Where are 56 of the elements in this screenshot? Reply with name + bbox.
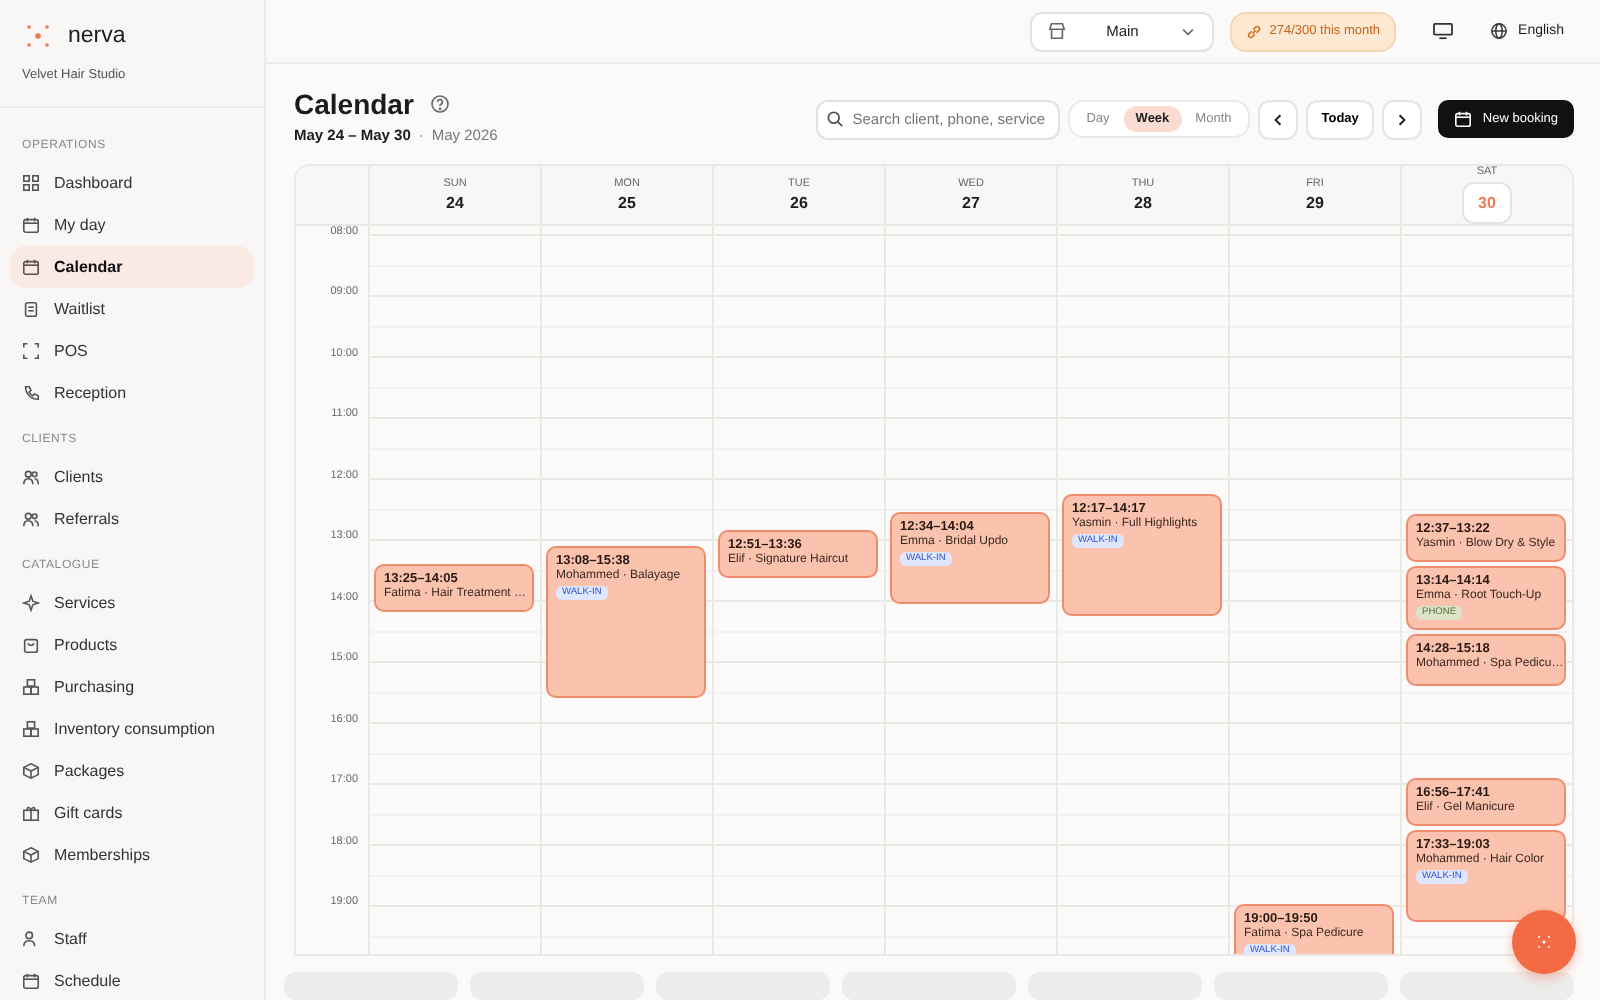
sidebar-item[interactable]: Staff [10, 918, 254, 960]
grid-icon [22, 174, 40, 192]
monitor-icon[interactable] [1432, 22, 1455, 41]
search-icon [826, 109, 845, 128]
scan-icon [22, 342, 40, 360]
sidebar-item[interactable]: POS [10, 330, 254, 372]
day-number: 30 [1462, 181, 1512, 224]
day-number: 29 [1306, 193, 1324, 212]
calendar-plus-icon [1454, 110, 1473, 129]
sidebar-item[interactable]: Services [10, 582, 254, 624]
package-icon [22, 762, 40, 780]
sidebar-item[interactable]: Calendar [10, 246, 254, 288]
sidebar-item[interactable]: Waitlist [10, 288, 254, 330]
chevron-right-icon [1394, 111, 1411, 128]
day-number: 24 [446, 193, 464, 212]
link-icon [1245, 23, 1262, 40]
boxes-icon [22, 678, 40, 696]
sidebar-item[interactable]: Referrals [10, 498, 254, 540]
sidebar-item[interactable]: Reception [10, 372, 254, 414]
sidebar-item[interactable]: Inventory consumption [10, 708, 254, 750]
sparkle-icon [22, 594, 40, 612]
day-number: 27 [962, 193, 980, 212]
phone-icon [22, 384, 40, 402]
sidebar-item[interactable]: Schedule [10, 960, 254, 1000]
sidebar-item[interactable]: Memberships [10, 834, 254, 876]
clipboard-icon [22, 300, 40, 318]
person-icon [22, 930, 40, 948]
store-icon [1047, 22, 1066, 41]
previous-button[interactable] [1257, 99, 1298, 140]
people-icon [22, 468, 40, 486]
day-number: 25 [618, 193, 636, 212]
calendar-icon [22, 972, 40, 990]
page-title: Calendar [294, 88, 414, 121]
sidebar-item[interactable]: Purchasing [10, 666, 254, 708]
sidebar-item[interactable]: Gift cards [10, 792, 254, 834]
sidebar-item[interactable]: Dashboard [10, 162, 254, 204]
logo-icon [26, 24, 50, 48]
globe-icon [1490, 22, 1509, 41]
bag-icon [22, 636, 40, 654]
boxes-icon [22, 720, 40, 738]
calendar-icon [22, 258, 40, 276]
next-button[interactable] [1382, 99, 1423, 140]
day-number: 28 [1134, 193, 1152, 212]
package-icon [22, 846, 40, 864]
sidebar-item[interactable]: My day [10, 204, 254, 246]
people-icon [22, 510, 40, 528]
calendar-icon [22, 216, 40, 234]
help-icon[interactable] [429, 94, 450, 115]
gift-icon [22, 804, 40, 822]
day-number: 26 [790, 193, 808, 212]
chevron-left-icon [1269, 111, 1286, 128]
sidebar-item[interactable]: Packages [10, 750, 254, 792]
chevron-down-icon [1179, 23, 1196, 40]
brand-name: nerva [68, 24, 126, 48]
sidebar-item[interactable]: Clients [10, 456, 254, 498]
sidebar-item[interactable]: Products [10, 624, 254, 666]
